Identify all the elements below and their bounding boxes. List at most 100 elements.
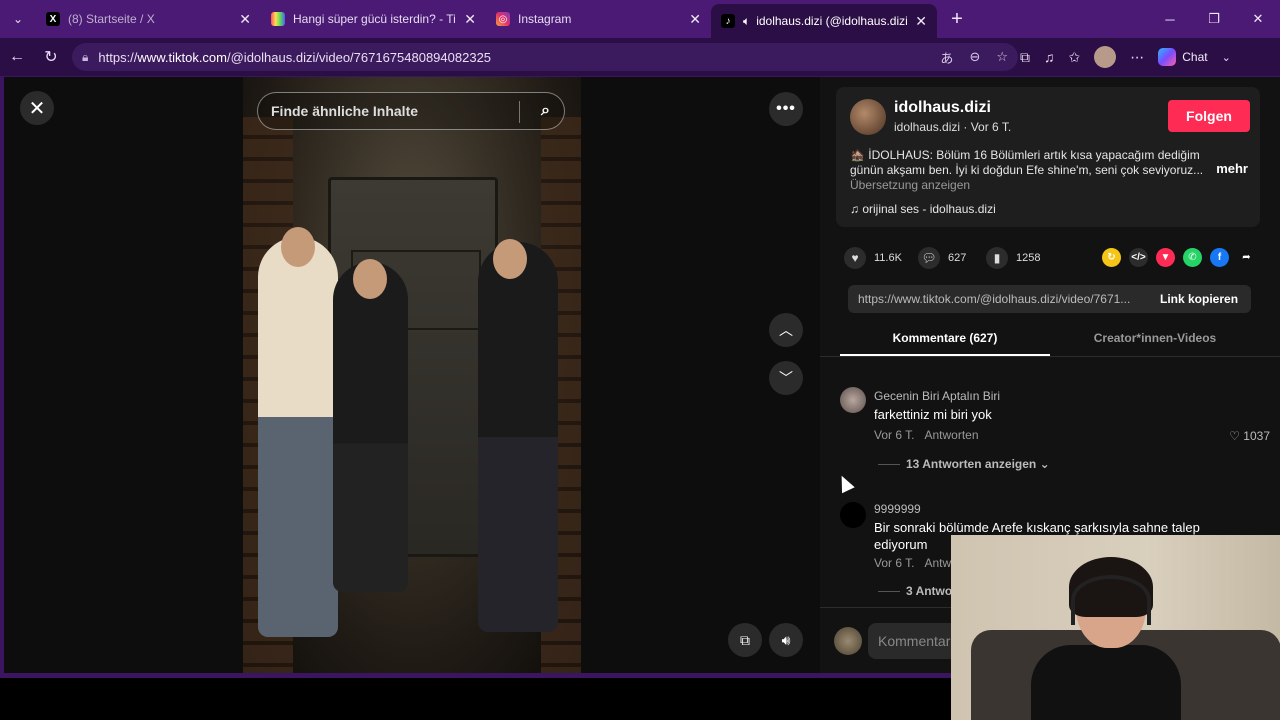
more-menu-icon[interactable]: ⋯ bbox=[1130, 49, 1144, 66]
share-arrow-icon[interactable]: ➦ bbox=[1237, 248, 1256, 267]
media-control-icon[interactable]: ♫ bbox=[1044, 49, 1055, 65]
comment-time: Vor 6 T. bbox=[874, 428, 915, 442]
minimize-icon[interactable]: ─ bbox=[1148, 0, 1192, 38]
tab-close-icon[interactable]: ✕ bbox=[239, 11, 251, 28]
favorites-icon[interactable]: ✩ bbox=[1069, 49, 1081, 66]
previous-video-button[interactable]: ︿ bbox=[769, 313, 803, 347]
creator-avatar[interactable] bbox=[850, 99, 886, 135]
close-video-button[interactable]: ✕ bbox=[20, 91, 54, 125]
like-action[interactable]: ♥ 11.6K bbox=[844, 247, 902, 269]
comment-text: farkettiniz mi biri yok bbox=[874, 407, 992, 422]
show-translation-link[interactable]: Übersetzung anzeigen bbox=[850, 178, 970, 192]
comment-username[interactable]: 9999999 bbox=[874, 502, 921, 516]
reply-button[interactable]: Antworten bbox=[924, 428, 978, 442]
original-sound-link[interactable]: ♫ orijinal ses - idolhaus.dizi bbox=[850, 202, 996, 216]
person-middle bbox=[333, 262, 408, 592]
extensions-icon[interactable]: ⧉ bbox=[1020, 49, 1030, 66]
bottom-bar bbox=[0, 678, 951, 720]
show-replies-button[interactable]: 13 Antworten anzeigen ⌄ bbox=[878, 457, 1050, 471]
tab-tiktok-active[interactable]: ♪ 🔈︎ idolhaus.dizi (@idolhaus.dizi) | ✕ bbox=[711, 4, 937, 38]
my-avatar bbox=[834, 627, 862, 655]
panel-tabs: Kommentare (627) Creator*innen-Videos bbox=[820, 325, 1280, 357]
tab-x[interactable]: X (8) Startseite / X ✕ bbox=[36, 0, 261, 38]
new-tab-button[interactable]: + bbox=[937, 0, 977, 38]
save-count: 1258 bbox=[1016, 252, 1041, 264]
headset-icon bbox=[1071, 575, 1151, 625]
tab-instagram[interactable]: ◎ Instagram ✕ bbox=[486, 0, 711, 38]
tiktok-logo-icon: ♪ bbox=[721, 14, 735, 28]
profile-avatar[interactable] bbox=[1094, 46, 1117, 68]
more-link[interactable]: mehr bbox=[1216, 161, 1248, 176]
commenter-avatar[interactable] bbox=[840, 387, 866, 413]
address-bar[interactable]: 🔒︎ https://www.tiktok.com/@idolhaus.dizi… bbox=[72, 43, 1018, 71]
comment-action[interactable]: 💬︎ 627 bbox=[918, 247, 966, 269]
favorite-star-icon[interactable]: ☆ bbox=[996, 49, 1008, 65]
video-player[interactable]: Finde ähnliche Inhalte ⌕ bbox=[243, 77, 581, 673]
whatsapp-icon[interactable]: ✆ bbox=[1183, 248, 1202, 267]
close-window-icon[interactable]: ✕ bbox=[1236, 0, 1280, 38]
tab-title: Instagram bbox=[518, 12, 572, 26]
volume-button[interactable]: 🔊︎ bbox=[769, 623, 803, 657]
person-right bbox=[478, 242, 558, 632]
tab-title: idolhaus.dizi (@idolhaus.dizi) | bbox=[756, 14, 908, 28]
copy-link-button[interactable]: Link kopieren bbox=[1150, 292, 1238, 306]
similar-content-search[interactable]: Finde ähnliche Inhalte ⌕ bbox=[257, 92, 565, 130]
next-video-button[interactable]: ﹀ bbox=[769, 361, 803, 395]
maximize-icon[interactable]: ❐ bbox=[1192, 0, 1236, 38]
comment-meta: Vor 6 T. Antworten bbox=[874, 428, 989, 442]
creator-name[interactable]: idolhaus.dizi bbox=[894, 99, 991, 117]
action-bar: ♥ 11.6K 💬︎ 627 ▮ 1258 ↻ </> ▼ ✆ f ➦ bbox=[844, 245, 1264, 273]
instagram-logo-icon: ◎ bbox=[496, 12, 510, 26]
back-button[interactable]: ← bbox=[0, 38, 34, 76]
tab-close-icon[interactable]: ✕ bbox=[915, 13, 927, 30]
tab-tierlist[interactable]: Hangi süper gücü isterdin? - Tier l ✕ bbox=[261, 0, 486, 38]
comment-item: Gecenin Biri Aptalın Biri farkettiniz mi… bbox=[840, 387, 1280, 507]
tierlist-logo-icon bbox=[271, 12, 285, 26]
repost-icon[interactable]: ↻ bbox=[1102, 248, 1121, 267]
copilot-chat-button[interactable]: Chat bbox=[1158, 48, 1208, 66]
heart-icon: ♥ bbox=[844, 247, 866, 269]
tab-strip: ⌄ X (8) Startseite / X ✕ Hangi süper güc… bbox=[0, 0, 1280, 38]
comment-username[interactable]: Gecenin Biri Aptalın Biri bbox=[874, 389, 1000, 403]
zoom-icon[interactable]: ⊖ bbox=[969, 49, 980, 65]
site-info-icon[interactable]: 🔒︎ bbox=[82, 50, 88, 65]
facebook-icon[interactable]: f bbox=[1210, 248, 1229, 267]
sidebar-toggle-icon[interactable]: ⌄ bbox=[1222, 51, 1231, 64]
comment-like[interactable]: ♡ 1037 bbox=[1229, 429, 1270, 443]
chat-label: Chat bbox=[1182, 50, 1208, 64]
speaker-icon[interactable]: 🔈︎ bbox=[743, 14, 750, 29]
tab-close-icon[interactable]: ✕ bbox=[464, 11, 476, 28]
post-info-card: idolhaus.dizi idolhaus.dizi · Vor 6 T. F… bbox=[836, 87, 1260, 227]
copilot-icon bbox=[1158, 48, 1177, 66]
x-logo-icon: X bbox=[46, 12, 60, 26]
creator-subtitle: idolhaus.dizi · Vor 6 T. bbox=[894, 120, 1012, 134]
like-count: 11.6K bbox=[874, 252, 902, 264]
search-icon[interactable]: ⌕ bbox=[541, 102, 550, 120]
tab-close-icon[interactable]: ✕ bbox=[689, 11, 701, 28]
tab-actions-menu-button[interactable]: ⌄ bbox=[0, 0, 36, 38]
commenter-avatar[interactable] bbox=[840, 502, 866, 528]
embed-icon[interactable]: </> bbox=[1129, 248, 1148, 267]
tab-title: (8) Startseite / X bbox=[68, 12, 155, 26]
video-pane: ✕ Finde ähnliche Inhalte ⌕ ••• ︿ ﹀ ⧉ 🔊︎ bbox=[4, 77, 820, 673]
webcam-overlay bbox=[951, 535, 1280, 720]
save-action[interactable]: ▮ 1258 bbox=[986, 247, 1040, 269]
copy-link-box: https://www.tiktok.com/@idolhaus.dizi/vi… bbox=[848, 285, 1251, 313]
more-options-button[interactable]: ••• bbox=[769, 92, 803, 126]
reload-button[interactable]: ↻ bbox=[34, 38, 68, 76]
follow-button[interactable]: Folgen bbox=[1168, 100, 1250, 132]
floating-player-button[interactable]: ⧉ bbox=[728, 623, 762, 657]
url-text: https://www.tiktok.com/@idolhaus.dizi/vi… bbox=[98, 49, 492, 65]
comment-time: Vor 6 T. bbox=[874, 556, 915, 570]
tab-creator-videos[interactable]: Creator*innen-Videos bbox=[1050, 331, 1260, 345]
search-placeholder: Finde ähnliche Inhalte bbox=[271, 103, 419, 119]
person-left bbox=[258, 237, 338, 637]
send-icon[interactable]: ▼ bbox=[1156, 248, 1175, 267]
comment-like-count: 1037 bbox=[1243, 429, 1270, 443]
comment-count: 627 bbox=[948, 252, 967, 264]
tab-title: Hangi süper gücü isterdin? - Tier l bbox=[293, 12, 457, 26]
address-toolbar: ← ↻ 🔒︎ https://www.tiktok.com/@idolhaus.… bbox=[0, 38, 1280, 76]
translate-icon[interactable]: あ bbox=[940, 48, 953, 67]
comment-icon: 💬︎ bbox=[918, 247, 940, 269]
tab-comments[interactable]: Kommentare (627) bbox=[840, 331, 1050, 356]
